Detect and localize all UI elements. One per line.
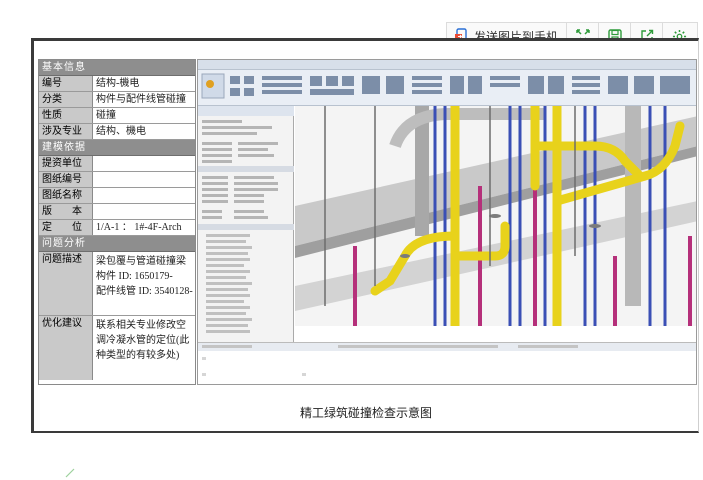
table-row: 分类 构件与配件线管碰撞 (39, 92, 195, 108)
section-model-basis: 建模依据 (39, 140, 195, 156)
table-row: 定 位 1/A-1 ： 1#-4F-Arch (39, 220, 195, 236)
row-value (93, 204, 195, 219)
suggest-line: 调冷凝水管的定位(此 (96, 335, 190, 346)
row-value (93, 188, 195, 203)
row-key: 分类 (39, 92, 93, 107)
row-key: 图纸名称 (39, 188, 93, 203)
row-key: 性质 (39, 108, 93, 123)
row-value: 梁包覆与管道碰撞梁 构件 ID: 1650179- 配件线管 ID: 35401… (93, 252, 195, 315)
section-problem-analysis: 问题分析 (39, 236, 195, 252)
table-row: 图纸名称 (39, 188, 195, 204)
table-row: 涉及专业 结构、機电 (39, 124, 195, 140)
table-row: 版 本 (39, 204, 195, 220)
row-value (93, 172, 195, 187)
row-key: 编号 (39, 76, 93, 91)
table-row: 性质 碰撞 (39, 108, 195, 124)
row-value: 构件与配件线管碰撞 (96, 94, 186, 105)
3d-pipe-model-view (295, 106, 696, 326)
table-row: 图纸编号 (39, 172, 195, 188)
problem-line: 配件线管 ID: 3540128- (96, 286, 193, 297)
row-key: 定 位 (39, 220, 93, 235)
software-ribbon (198, 60, 696, 106)
row-value (93, 156, 195, 171)
figure-caption: 精工绿筑碰撞检查示意图 (299, 406, 432, 420)
problem-line: 梁包覆与管道碰撞梁 (96, 256, 186, 267)
row-key: 图纸编号 (39, 172, 93, 187)
bim-software-screenshot (197, 59, 697, 385)
row-key: 提资单位 (39, 156, 93, 171)
row-key: 问题描述 (39, 252, 93, 315)
row-value: 碰撞 (96, 110, 116, 121)
row-key: 版 本 (39, 204, 93, 219)
section-basic-info: 基本信息 (39, 60, 195, 76)
check-mark-icon (65, 468, 75, 478)
suggest-line: 联系相关专业修改空 (96, 320, 186, 331)
row-value: 结构-機电 (96, 78, 140, 89)
row-key: 涉及专业 (39, 124, 93, 139)
row-value: 1/A-1 ： 1#-4F-Arch (96, 222, 182, 233)
properties-panel (198, 106, 294, 342)
software-status-bar (198, 342, 696, 384)
table-row: 提资单位 (39, 156, 195, 172)
table-row: 编号 结构-機电 (39, 76, 195, 92)
table-row: 优化建议 联系相关专业修改空 调冷凝水管的定位(此 种类型的有较多处) (39, 316, 195, 380)
problem-line: 构件 ID: 1650179- (96, 271, 173, 282)
row-key: 优化建议 (39, 316, 93, 380)
row-value: 结构、機电 (96, 126, 146, 137)
document-image-frame: 基本信息 编号 结构-機电 分类 构件与配件线管碰撞 性质 碰撞 涉及专业 结构… (31, 38, 699, 433)
table-row: 问题描述 梁包覆与管道碰撞梁 构件 ID: 1650179- 配件线管 ID: … (39, 252, 195, 316)
clash-info-table: 基本信息 编号 结构-機电 分类 构件与配件线管碰撞 性质 碰撞 涉及专业 结构… (38, 59, 196, 385)
suggest-line: 种类型的有较多处) (96, 350, 180, 361)
row-value: 联系相关专业修改空 调冷凝水管的定位(此 种类型的有较多处) (93, 316, 195, 380)
